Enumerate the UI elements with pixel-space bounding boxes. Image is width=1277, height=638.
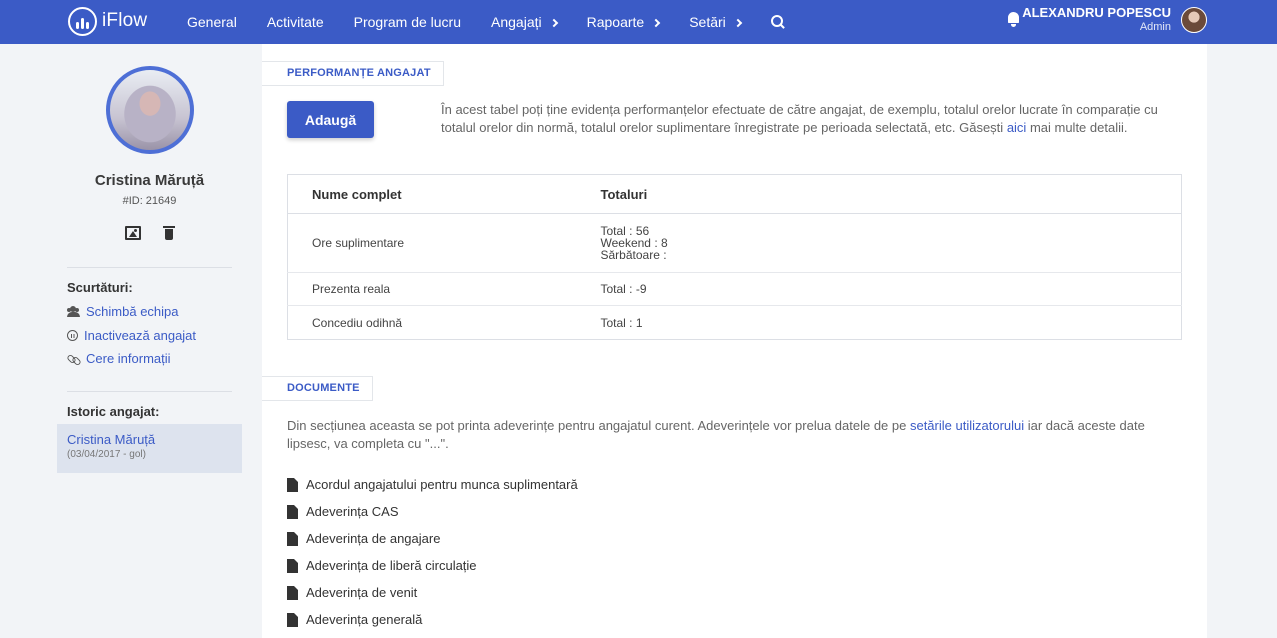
shortcut-inactiveaza-angajat[interactable]: Inactivează angajat: [67, 328, 196, 343]
details-link[interactable]: aici: [1007, 120, 1027, 135]
history-heading: Istoric angajat:: [67, 404, 160, 419]
row-name: Prezenta reala: [287, 272, 601, 306]
top-navigation-bar: iFlow General Activitate Program de lucr…: [0, 0, 1277, 44]
bell-icon[interactable]: [1007, 11, 1020, 27]
add-performance-button[interactable]: Adaugă: [287, 101, 374, 138]
row-totals: Total : -9: [600, 272, 1182, 306]
table-header-row: Nume complet Totaluri: [287, 174, 1182, 214]
nav-setari[interactable]: Setări: [689, 14, 743, 30]
nav-rapoarte[interactable]: Rapoarte: [587, 14, 661, 30]
documents-intro: Din secțiunea aceasta se pot printa adev…: [287, 418, 1145, 451]
file-icon: [287, 585, 298, 600]
current-user[interactable]: ALEXANDRU POPESCU Admin: [1022, 6, 1171, 34]
history-item-dates: (03/04/2017 - gol): [67, 449, 146, 460]
main-nav: General Activitate Program de lucru Anga…: [187, 0, 785, 44]
pause-circle-icon: [67, 330, 78, 341]
main-panel: PERFORMANȚE ANGAJAT Adaugă În acest tabe…: [262, 44, 1207, 638]
column-header-totals: Totaluri: [600, 174, 1182, 214]
user-name: ALEXANDRU POPESCU: [1022, 5, 1171, 20]
employee-name: Cristina Măruță: [94, 172, 205, 189]
shortcut-cere-informatii[interactable]: Cere informații: [67, 351, 171, 366]
history-item[interactable]: Cristina Măruță (03/04/2017 - gol): [57, 424, 242, 473]
image-icon[interactable]: [125, 226, 141, 240]
search-icon[interactable]: [770, 15, 785, 29]
document-link[interactable]: Acordul angajatului pentru munca suplime…: [287, 477, 578, 492]
document-link[interactable]: Adeverința generală: [287, 612, 422, 627]
chevron-right-icon: [733, 18, 743, 27]
trash-icon[interactable]: [163, 225, 175, 241]
history-item-name[interactable]: Cristina Măruță: [67, 432, 232, 447]
table-row: Concediu odihnă Total : 1: [287, 305, 1182, 340]
file-icon: [287, 531, 298, 546]
logo-icon: [68, 6, 97, 36]
brand-name: iFlow: [102, 10, 148, 31]
documents-section-title: DOCUMENTE: [262, 376, 373, 401]
user-settings-link[interactable]: setările utilizatorului: [910, 418, 1024, 433]
shortcut-schimba-echipa[interactable]: Schimbă echipa: [67, 304, 179, 319]
row-name: Concediu odihnă: [287, 305, 601, 340]
column-header-name: Nume complet: [287, 174, 601, 214]
file-icon: [287, 477, 298, 492]
divider: [67, 267, 232, 268]
table-row: Prezenta reala Total : -9: [287, 272, 1182, 306]
performance-section-title: PERFORMANȚE ANGAJAT: [262, 61, 444, 86]
chevron-right-icon: [549, 18, 558, 27]
shortcuts-heading: Scurtături:: [67, 280, 133, 295]
brand-logo[interactable]: iFlow: [68, 6, 147, 36]
file-icon: [287, 558, 298, 573]
employee-avatar: [106, 66, 194, 154]
document-link[interactable]: Adeverința de angajare: [287, 531, 440, 546]
performance-intro: În acest tabel poți ține evidența perfor…: [441, 102, 1158, 135]
user-role: Admin: [1139, 21, 1171, 33]
user-avatar[interactable]: [1181, 7, 1207, 33]
nav-general[interactable]: General: [187, 14, 237, 30]
file-icon: [287, 612, 298, 627]
employee-id: #ID: 21649: [122, 195, 177, 207]
row-name: Ore suplimentare: [287, 213, 601, 273]
nav-program-de-lucru[interactable]: Program de lucru: [354, 14, 461, 30]
divider: [67, 391, 232, 392]
file-icon: [287, 504, 298, 519]
nav-activitate[interactable]: Activitate: [267, 14, 324, 30]
document-link[interactable]: Adeverința CAS: [287, 504, 399, 519]
row-totals: Total : 56 Weekend : 8 Sărbătoare :: [600, 213, 1182, 273]
document-link[interactable]: Adeverința de venit: [287, 585, 417, 600]
row-totals: Total : 1: [600, 305, 1182, 340]
document-link[interactable]: Adeverința de liberă circulație: [287, 558, 477, 573]
users-icon: [67, 306, 80, 317]
performance-table: Nume complet Totaluri Ore suplimentare T…: [287, 174, 1182, 340]
link-icon: [67, 353, 80, 364]
chevron-right-icon: [651, 18, 661, 27]
table-row: Ore suplimentare Total : 56 Weekend : 8 …: [287, 213, 1182, 273]
nav-angajati[interactable]: Angajați: [491, 14, 558, 30]
